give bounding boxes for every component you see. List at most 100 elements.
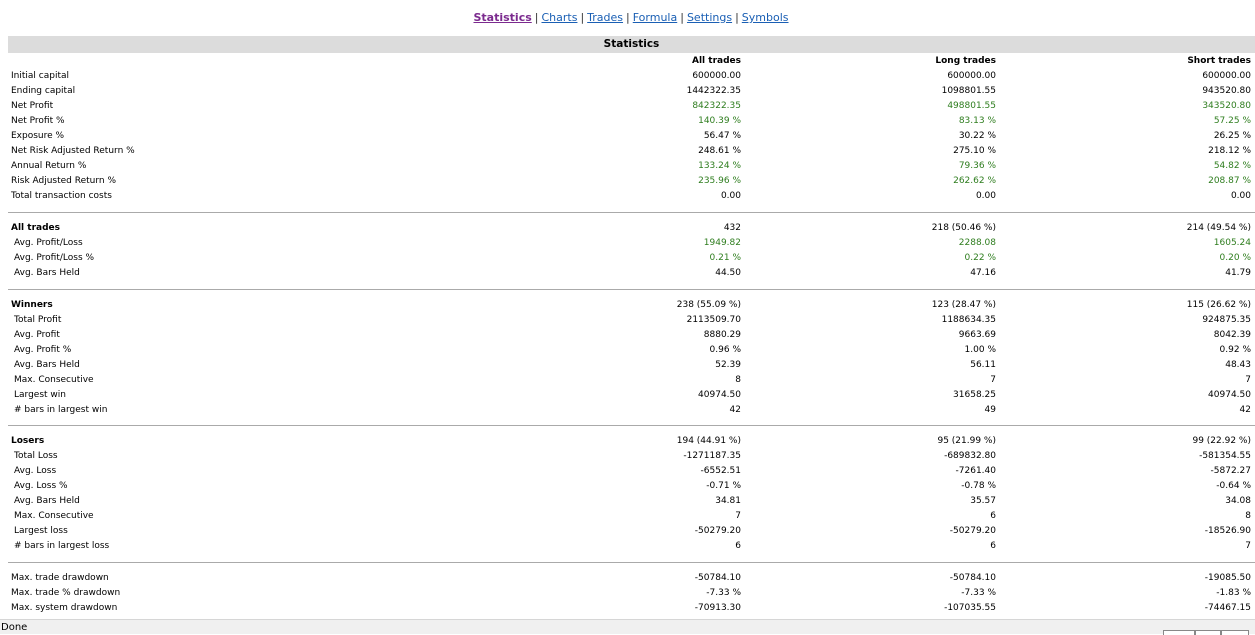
stat-value-long-trades: 218 (50.46 %) bbox=[931, 223, 996, 233]
stat-value-all-trades: -50784.10 bbox=[694, 573, 741, 583]
nav-link-charts[interactable]: Charts bbox=[541, 11, 577, 24]
stat-value-short-trades: 54.82 % bbox=[1213, 161, 1251, 171]
stat-row-initial-capital: Initial capital 600000.00 600000.00 600000.… bbox=[0, 69, 1255, 84]
stat-row-total-loss: Total Loss -1271187.35 -689832.80 -581354.5… bbox=[0, 449, 1255, 464]
stat-value-long-trades: 262.62 % bbox=[953, 176, 996, 186]
stat-row-avg-profit: Avg. Profit % 0.96 % 1.00 % 0.92 % bbox=[0, 343, 1255, 358]
stat-row-max-consecutive: Max. Consecutive 7 6 8 bbox=[0, 509, 1255, 524]
section-divider bbox=[8, 562, 1255, 563]
stat-value-short-trades: 943520.80 bbox=[1202, 86, 1251, 96]
stat-value-all-trades: 194 (44.91 %) bbox=[676, 436, 741, 446]
stat-row-annual-return: Annual Return % 133.24 % 79.36 % 54.82 % bbox=[0, 159, 1255, 174]
stat-label: Max. Consecutive bbox=[14, 511, 94, 521]
stat-value-all-trades: 40974.50 bbox=[698, 390, 741, 400]
stat-value-all-trades: 8880.29 bbox=[703, 330, 741, 340]
stat-row-avg-bars-held: Avg. Bars Held 52.39 56.11 48.43 bbox=[0, 358, 1255, 373]
stat-value-long-trades: 0.00 bbox=[975, 191, 996, 201]
stat-label: Avg. Profit bbox=[14, 330, 60, 340]
nav-separator: | bbox=[580, 11, 585, 24]
stat-value-short-trades: -18526.90 bbox=[1204, 526, 1251, 536]
stat-value-all-trades: 44.50 bbox=[715, 268, 741, 278]
stat-row-largest-win: Largest win 40974.50 31658.25 40974.50 bbox=[0, 388, 1255, 403]
stat-row-winners: Winners 238 (55.09 %) 123 (28.47 %) 115 (26… bbox=[0, 298, 1255, 313]
stat-label: Total transaction costs bbox=[11, 191, 112, 201]
stat-value-all-trades: 8 bbox=[735, 375, 741, 385]
stat-value-long-trades: 6 bbox=[990, 511, 996, 521]
stat-value-long-trades: -50279.20 bbox=[949, 526, 996, 536]
stat-row-risk-adjusted-return: Risk Adjusted Return % 235.96 % 262.62 % 20… bbox=[0, 174, 1255, 189]
stat-value-long-trades: 123 (28.47 %) bbox=[931, 300, 996, 310]
stat-value-short-trades: 57.25 % bbox=[1213, 116, 1251, 126]
stat-value-short-trades: 40974.50 bbox=[1208, 390, 1251, 400]
stat-label: Avg. Loss % bbox=[14, 481, 68, 491]
section-divider bbox=[8, 425, 1255, 426]
stat-value-all-trades: 238 (55.09 %) bbox=[676, 300, 741, 310]
column-header-short-trades: Short trades bbox=[1187, 56, 1251, 66]
stat-label: Risk Adjusted Return % bbox=[11, 176, 117, 186]
stat-value-short-trades: -74467.15 bbox=[1204, 603, 1251, 613]
stat-value-short-trades: 99 (22.92 %) bbox=[1192, 436, 1251, 446]
stat-label: Max. trade drawdown bbox=[11, 573, 109, 583]
stat-label: Total Loss bbox=[14, 451, 58, 461]
statistics-header: Statistics bbox=[8, 36, 1255, 53]
stat-value-all-trades: 6 bbox=[735, 541, 741, 551]
stat-value-long-trades: 35.57 bbox=[970, 496, 996, 506]
stat-value-long-trades: 30.22 % bbox=[958, 131, 996, 141]
stat-row-avg-bars-held: Avg. Bars Held 44.50 47.16 41.79 bbox=[0, 266, 1255, 281]
stat-value-short-trades: 0.20 % bbox=[1219, 253, 1251, 263]
stat-row-all-trades: All trades 432 218 (50.46 %) 214 (49.54 %) bbox=[0, 221, 1255, 236]
stat-value-short-trades: 41.79 bbox=[1225, 268, 1251, 278]
stat-value-short-trades: -19085.50 bbox=[1204, 573, 1251, 583]
nav-link-formula[interactable]: Formula bbox=[633, 11, 677, 24]
stat-value-long-trades: 7 bbox=[990, 375, 996, 385]
stat-value-all-trades: -50279.20 bbox=[694, 526, 741, 536]
stat-row-avg-profit: Avg. Profit 8880.29 9663.69 8042.39 bbox=[0, 328, 1255, 343]
stat-label: Exposure % bbox=[11, 131, 65, 141]
stat-value-long-trades: 83.13 % bbox=[958, 116, 996, 126]
nav-link-settings[interactable]: Settings bbox=[687, 11, 732, 24]
nav-link-trades[interactable]: Trades bbox=[587, 11, 623, 24]
stat-value-long-trades: -50784.10 bbox=[949, 573, 996, 583]
stat-value-long-trades: 9663.69 bbox=[958, 330, 996, 340]
stat-value-short-trades: 218.12 % bbox=[1208, 146, 1251, 156]
stat-value-long-trades: -7.33 % bbox=[961, 588, 996, 598]
stat-value-long-trades: -7261.40 bbox=[955, 466, 996, 476]
stat-value-long-trades: 0.22 % bbox=[964, 253, 996, 263]
stat-row-ending-capital: Ending capital 1442322.35 1098801.55 943520… bbox=[0, 84, 1255, 99]
stat-label: Avg. Bars Held bbox=[14, 496, 80, 506]
stat-value-all-trades: 133.24 % bbox=[698, 161, 741, 171]
stat-value-short-trades: 214 (49.54 %) bbox=[1186, 223, 1251, 233]
stat-label: Max. trade % drawdown bbox=[11, 588, 121, 598]
stat-label: Max. Consecutive bbox=[14, 375, 94, 385]
stat-value-all-trades: 432 bbox=[723, 223, 741, 233]
stat-value-all-trades: 42 bbox=[729, 405, 741, 415]
stat-value-short-trades: -0.64 % bbox=[1216, 481, 1251, 491]
stat-row-net-profit: Net Profit % 140.39 % 83.13 % 57.25 % bbox=[0, 114, 1255, 129]
stat-row-largest-loss: Largest loss -50279.20 -50279.20 -18526.90 bbox=[0, 524, 1255, 539]
stat-value-long-trades: 6 bbox=[990, 541, 996, 551]
stat-row-losers: Losers 194 (44.91 %) 95 (21.99 %) 99 (22.92… bbox=[0, 434, 1255, 449]
stat-row-max-consecutive: Max. Consecutive 8 7 7 bbox=[0, 373, 1255, 388]
stat-value-short-trades: 7 bbox=[1245, 375, 1251, 385]
stat-value-short-trades: 343520.80 bbox=[1202, 101, 1251, 111]
stat-value-all-trades: -1271187.35 bbox=[683, 451, 741, 461]
nav-link-statistics[interactable]: Statistics bbox=[473, 11, 531, 24]
stat-value-all-trades: 7 bbox=[735, 511, 741, 521]
column-headers: All trades Long trades Short trades bbox=[0, 54, 1255, 69]
nav-link-symbols[interactable]: Symbols bbox=[742, 11, 789, 24]
stat-row-avg-profit-loss: Avg. Profit/Loss 1949.82 2288.08 1605.24 bbox=[0, 236, 1255, 251]
stat-value-all-trades: 52.39 bbox=[715, 360, 741, 370]
stat-label: All trades bbox=[11, 223, 60, 233]
stat-value-all-trades: 235.96 % bbox=[698, 176, 741, 186]
stat-row-max-system-drawdown: Max. system drawdown -70913.30 -107035.55 -… bbox=[0, 601, 1255, 616]
stat-value-short-trades: -581354.55 bbox=[1199, 451, 1251, 461]
stat-label: # bars in largest loss bbox=[14, 541, 110, 551]
stat-value-all-trades: 0.21 % bbox=[709, 253, 741, 263]
stat-value-short-trades: -5872.27 bbox=[1210, 466, 1251, 476]
stat-value-all-trades: 1442322.35 bbox=[686, 86, 741, 96]
stat-value-long-trades: 31658.25 bbox=[953, 390, 996, 400]
nav-separator: | bbox=[680, 11, 684, 24]
column-header-all-trades: All trades bbox=[692, 56, 741, 66]
stat-value-short-trades: 1605.24 bbox=[1213, 238, 1251, 248]
stat-value-all-trades: 842322.35 bbox=[692, 101, 741, 111]
